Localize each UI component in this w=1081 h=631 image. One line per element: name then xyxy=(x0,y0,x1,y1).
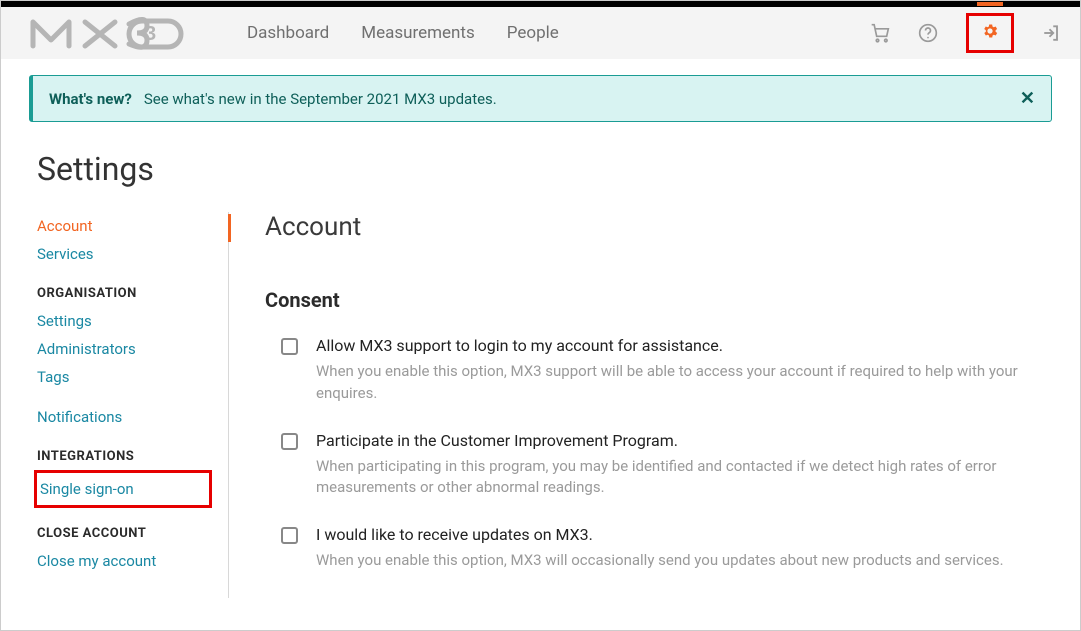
option-desc: When you enable this option, MX3 will oc… xyxy=(316,550,1004,572)
sidebar-item-settings[interactable]: Settings xyxy=(37,307,216,335)
sidebar-header-integrations: INTEGRATIONS xyxy=(37,449,216,464)
sidebar-item-close-account[interactable]: Close my account xyxy=(37,547,216,575)
whats-new-banner: What's new? See what's new in the Septem… xyxy=(29,75,1052,122)
option-desc: When participating in this program, you … xyxy=(316,456,1052,500)
topbar: 3 Dashboard Measurements People xyxy=(1,7,1080,59)
consent-option: Participate in the Customer Improvement … xyxy=(265,431,1052,500)
sidebar-item-administrators[interactable]: Administrators xyxy=(37,335,216,363)
content: Account Consent Allow MX3 support to log… xyxy=(229,212,1052,598)
option-label: I would like to receive updates on MX3. xyxy=(316,525,1004,544)
sidebar: Account Services ORGANISATION Settings A… xyxy=(37,212,229,598)
nav-people[interactable]: People xyxy=(507,23,559,43)
svg-text:3: 3 xyxy=(145,23,156,45)
nav-measurements[interactable]: Measurements xyxy=(361,23,475,43)
checkbox[interactable] xyxy=(281,338,298,355)
sidebar-item-sso[interactable]: Single sign-on xyxy=(37,475,203,503)
close-icon[interactable]: ✕ xyxy=(1020,88,1035,109)
settings-button-highlight xyxy=(966,13,1014,53)
sidebar-item-notifications[interactable]: Notifications xyxy=(37,403,216,431)
sidebar-item-tags[interactable]: Tags xyxy=(37,363,216,391)
option-desc: When you enable this option, MX3 support… xyxy=(316,361,1052,405)
nav-dashboard[interactable]: Dashboard xyxy=(247,23,329,43)
sidebar-header-organisation: ORGANISATION xyxy=(37,286,216,301)
banner-title: What's new? xyxy=(49,90,132,108)
page-title: Settings xyxy=(37,150,1080,188)
layout: Account Services ORGANISATION Settings A… xyxy=(1,212,1080,598)
consent-option: I would like to receive updates on MX3. … xyxy=(265,525,1052,572)
checkbox[interactable] xyxy=(281,433,298,450)
sso-highlight: Single sign-on xyxy=(34,470,212,508)
topbar-right xyxy=(870,13,1060,53)
main-nav: Dashboard Measurements People xyxy=(247,23,559,43)
option-label: Participate in the Customer Improvement … xyxy=(316,431,1052,450)
consent-option: Allow MX3 support to login to my account… xyxy=(265,336,1052,405)
sidebar-item-account[interactable]: Account xyxy=(37,212,216,240)
gear-icon[interactable] xyxy=(981,22,999,40)
option-label: Allow MX3 support to login to my account… xyxy=(316,336,1052,355)
logout-icon[interactable] xyxy=(1042,24,1060,42)
sidebar-header-close-account: CLOSE ACCOUNT xyxy=(37,526,216,541)
logo[interactable]: 3 xyxy=(29,16,199,50)
banner-text: See what's new in the September 2021 MX3… xyxy=(144,90,497,108)
sidebar-item-services[interactable]: Services xyxy=(37,240,216,268)
checkbox[interactable] xyxy=(281,527,298,544)
help-icon[interactable] xyxy=(918,23,938,43)
section-title: Account xyxy=(265,212,1052,242)
cart-icon[interactable] xyxy=(870,23,890,43)
sub-title: Consent xyxy=(265,288,1052,312)
